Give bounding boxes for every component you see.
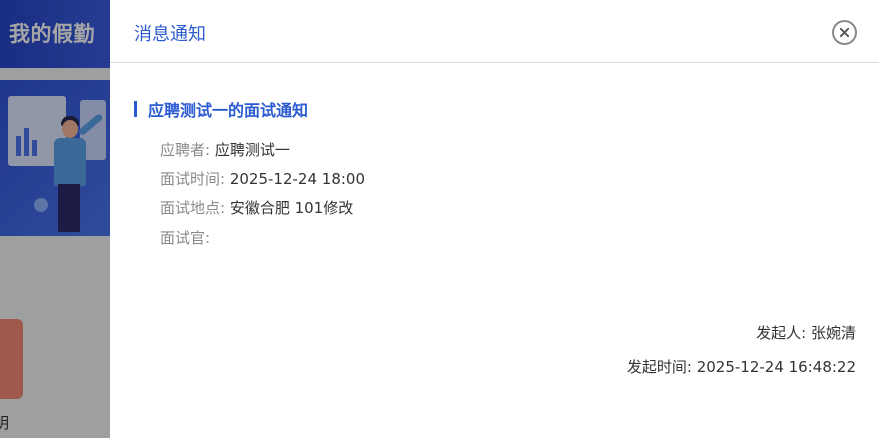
notice-title: 应聘测试一的面试通知 — [148, 101, 309, 120]
sender-label: 发起人: — [756, 324, 811, 342]
close-icon — [839, 27, 850, 38]
notice-title-row: 应聘测试一的面试通知 — [134, 99, 309, 120]
close-button[interactable] — [832, 20, 857, 45]
field-interview-time: 面试时间: 2025-12-24 18:00 — [160, 168, 365, 189]
field-interview-location: 面试地点: 安徽合肥 101修改 — [160, 197, 353, 218]
field-value: 2025-12-24 18:00 — [229, 170, 365, 188]
drawer-title: 消息通知 — [134, 24, 206, 45]
sent-time-label: 发起时间: — [626, 358, 697, 376]
field-value: 应聘测试一 — [214, 141, 290, 159]
drawer-header: 消息通知 — [110, 0, 879, 63]
notification-drawer: 消息通知 应聘测试一的面试通知 应聘者: 应聘测试一 面试时间: 2025-12… — [110, 0, 879, 438]
title-accent-bar — [134, 101, 137, 117]
sent-time-line: 发起时间: 2025-12-24 16:48:22 — [627, 356, 856, 377]
field-interviewer: 面试官: — [160, 227, 210, 248]
field-label: 面试地点: — [160, 199, 230, 217]
field-label: 面试官: — [160, 229, 211, 247]
field-label: 面试时间: — [160, 170, 230, 188]
sender-line: 发起人: 张婉清 — [756, 322, 856, 343]
modal-overlay[interactable] — [0, 0, 110, 438]
sent-time-value: 2025-12-24 16:48:22 — [696, 358, 856, 376]
field-value: 安徽合肥 101修改 — [229, 199, 354, 217]
field-applicant: 应聘者: 应聘测试一 — [160, 139, 290, 160]
sender-value: 张婉清 — [810, 324, 856, 342]
field-label: 应聘者: — [160, 141, 215, 159]
